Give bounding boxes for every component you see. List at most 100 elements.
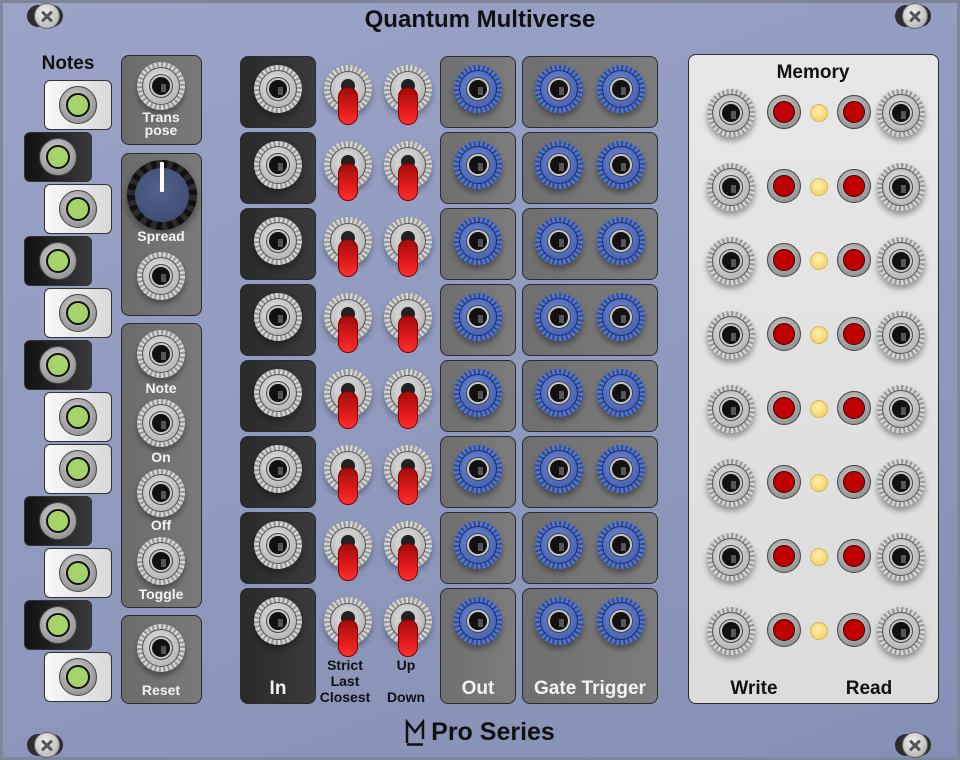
read-jack-1[interactable]	[877, 89, 925, 137]
in-jack-1[interactable]	[254, 65, 302, 113]
in-jack-2[interactable]	[254, 141, 302, 189]
read-button-3[interactable]	[837, 243, 871, 277]
direction-switch-6[interactable]	[384, 445, 432, 505]
trigger-jack-5[interactable]	[597, 369, 645, 417]
write-jack-2[interactable]	[707, 163, 755, 211]
read-jack-4[interactable]	[877, 311, 925, 359]
write-jack-7[interactable]	[707, 533, 755, 581]
write-button-6[interactable]	[767, 465, 801, 499]
write-button-5[interactable]	[767, 391, 801, 425]
read-button-8[interactable]	[837, 613, 871, 647]
in-jack-5[interactable]	[254, 369, 302, 417]
out-jack-4[interactable]	[454, 293, 502, 341]
gate-jack-6[interactable]	[535, 445, 583, 493]
direction-switch-5[interactable]	[384, 369, 432, 429]
direction-switch-3[interactable]	[384, 217, 432, 277]
write-button-7[interactable]	[767, 539, 801, 573]
mode-switch-4[interactable]	[324, 293, 372, 353]
note-key-1[interactable]	[44, 80, 112, 130]
on-jack[interactable]	[137, 399, 185, 447]
in-jack-6[interactable]	[254, 445, 302, 493]
gate-jack-8[interactable]	[535, 597, 583, 645]
trigger-jack-4[interactable]	[597, 293, 645, 341]
mode-switch-3[interactable]	[324, 217, 372, 277]
spread-cv-jack[interactable]	[137, 252, 185, 300]
mode-switch-5[interactable]	[324, 369, 372, 429]
transpose-input-jack[interactable]	[137, 62, 185, 110]
direction-switch-4[interactable]	[384, 293, 432, 353]
trigger-jack-1[interactable]	[597, 65, 645, 113]
gate-jack-1[interactable]	[535, 65, 583, 113]
write-jack-4[interactable]	[707, 311, 755, 359]
read-button-2[interactable]	[837, 169, 871, 203]
in-jack-4[interactable]	[254, 293, 302, 341]
note-key-3[interactable]	[44, 184, 112, 234]
write-jack-1[interactable]	[707, 89, 755, 137]
gate-jack-5[interactable]	[535, 369, 583, 417]
note-key-10[interactable]	[44, 548, 112, 598]
direction-switch-8[interactable]	[384, 597, 432, 657]
read-jack-5[interactable]	[877, 385, 925, 433]
out-jack-2[interactable]	[454, 141, 502, 189]
write-button-1[interactable]	[767, 95, 801, 129]
out-jack-7[interactable]	[454, 521, 502, 569]
trigger-jack-8[interactable]	[597, 597, 645, 645]
write-button-8[interactable]	[767, 613, 801, 647]
read-button-5[interactable]	[837, 391, 871, 425]
write-jack-5[interactable]	[707, 385, 755, 433]
note-key-5[interactable]	[44, 288, 112, 338]
gate-jack-3[interactable]	[535, 217, 583, 265]
out-jack-1[interactable]	[454, 65, 502, 113]
trigger-jack-6[interactable]	[597, 445, 645, 493]
note-key-8[interactable]	[44, 444, 112, 494]
toggle-jack[interactable]	[137, 537, 185, 585]
read-jack-7[interactable]	[877, 533, 925, 581]
read-jack-6[interactable]	[877, 459, 925, 507]
direction-switch-2[interactable]	[384, 141, 432, 201]
in-jack-8[interactable]	[254, 597, 302, 645]
write-jack-3[interactable]	[707, 237, 755, 285]
direction-switch-7[interactable]	[384, 521, 432, 581]
mode-switch-8[interactable]	[324, 597, 372, 657]
in-jack-3[interactable]	[254, 217, 302, 265]
reset-jack[interactable]	[137, 624, 185, 672]
read-jack-3[interactable]	[877, 237, 925, 285]
read-jack-8[interactable]	[877, 607, 925, 655]
out-jack-6[interactable]	[454, 445, 502, 493]
gate-jack-2[interactable]	[535, 141, 583, 189]
gate-jack-7[interactable]	[535, 521, 583, 569]
read-jack-2[interactable]	[877, 163, 925, 211]
mode-switch-1[interactable]	[324, 65, 372, 125]
mode-switch-6[interactable]	[324, 445, 372, 505]
note-key-12[interactable]	[44, 652, 112, 702]
trigger-jack-3[interactable]	[597, 217, 645, 265]
spread-knob[interactable]	[127, 160, 197, 230]
note-key-4[interactable]	[24, 236, 92, 286]
trigger-jack-7[interactable]	[597, 521, 645, 569]
trigger-jack-2[interactable]	[597, 141, 645, 189]
write-button-4[interactable]	[767, 317, 801, 351]
mode-switch-7[interactable]	[324, 521, 372, 581]
write-button-3[interactable]	[767, 243, 801, 277]
read-button-1[interactable]	[837, 95, 871, 129]
write-jack-8[interactable]	[707, 607, 755, 655]
write-button-2[interactable]	[767, 169, 801, 203]
write-jack-6[interactable]	[707, 459, 755, 507]
note-key-7[interactable]	[44, 392, 112, 442]
direction-switch-1[interactable]	[384, 65, 432, 125]
gate-jack-4[interactable]	[535, 293, 583, 341]
out-jack-5[interactable]	[454, 369, 502, 417]
note-key-11[interactable]	[24, 600, 92, 650]
note-jack[interactable]	[137, 330, 185, 378]
note-key-2[interactable]	[24, 132, 92, 182]
read-button-4[interactable]	[837, 317, 871, 351]
out-jack-8[interactable]	[454, 597, 502, 645]
note-key-6[interactable]	[24, 340, 92, 390]
read-button-6[interactable]	[837, 465, 871, 499]
read-button-7[interactable]	[837, 539, 871, 573]
out-jack-3[interactable]	[454, 217, 502, 265]
note-key-9[interactable]	[24, 496, 92, 546]
off-jack[interactable]	[137, 469, 185, 517]
mode-switch-2[interactable]	[324, 141, 372, 201]
in-jack-7[interactable]	[254, 521, 302, 569]
